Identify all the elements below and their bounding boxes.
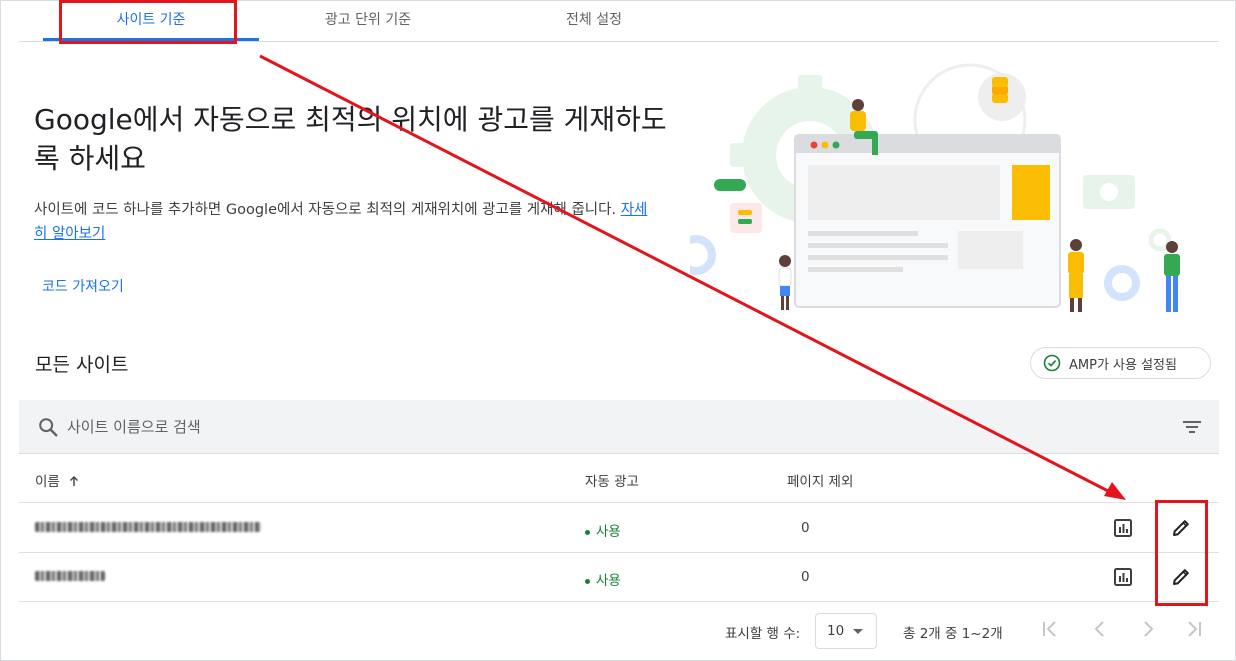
table-row[interactable]: 사용 0 bbox=[19, 553, 1219, 602]
tab-global-settings[interactable]: 전체 설정 bbox=[499, 0, 689, 42]
excluded-pages-count: 0 bbox=[801, 569, 810, 585]
auto-ads-status-label: 사용 bbox=[596, 524, 621, 540]
site-name-redacted[interactable] bbox=[35, 522, 261, 532]
pagination: 표시할 행 수: 10 총 2개 중 1~2개 bbox=[19, 603, 1219, 661]
table-row[interactable]: 사용 0 bbox=[19, 504, 1219, 553]
column-header-name-label: 이름 bbox=[35, 474, 60, 490]
next-page-icon[interactable] bbox=[1137, 617, 1159, 641]
tab-bar: 사이트 기준 광고 단위 기준 전체 설정 bbox=[19, 0, 1219, 42]
status-dot bbox=[585, 529, 590, 535]
status-dot bbox=[585, 578, 590, 584]
site-search-input[interactable] bbox=[67, 413, 967, 441]
search-icon bbox=[39, 418, 58, 437]
auto-ads-status-label: 사용 bbox=[596, 573, 621, 589]
last-page-icon[interactable] bbox=[1183, 617, 1205, 641]
tab-by-ad-unit[interactable]: 광고 단위 기준 bbox=[273, 0, 463, 42]
site-name-redacted[interactable] bbox=[35, 571, 105, 581]
rows-per-page-select[interactable]: 10 bbox=[815, 613, 877, 649]
tab-by-site[interactable]: 사이트 기준 bbox=[43, 0, 259, 42]
filter-list-icon[interactable] bbox=[1181, 417, 1203, 437]
rows-per-page-label: 표시할 행 수: bbox=[725, 626, 801, 642]
hero-description: 사이트에 코드 하나를 추가하면 Google에서 자동으로 최적의 게재위치에… bbox=[34, 198, 654, 246]
check-circle-icon bbox=[1043, 354, 1061, 372]
auto-ads-status: 사용 bbox=[585, 520, 621, 540]
sort-ascending-icon bbox=[70, 476, 79, 486]
auto-ads-illustration bbox=[690, 63, 1180, 312]
first-page-icon[interactable] bbox=[1039, 617, 1061, 641]
person-right bbox=[1164, 241, 1180, 312]
get-code-button[interactable]: 코드 가져오기 bbox=[38, 274, 128, 300]
hero-title: Google에서 자동으로 최적의 위치에 광고를 게재하도록 하세요 bbox=[34, 103, 667, 175]
previous-page-icon[interactable] bbox=[1089, 617, 1111, 641]
dropdown-caret-icon bbox=[853, 629, 863, 634]
excluded-pages-count: 0 bbox=[801, 520, 810, 536]
report-chart-icon[interactable] bbox=[1111, 565, 1135, 589]
column-header-excluded-pages: 페이지 제외 bbox=[787, 474, 854, 490]
site-search-bar bbox=[19, 400, 1219, 454]
person-left bbox=[778, 255, 792, 310]
edit-pencil-icon[interactable] bbox=[1169, 565, 1193, 589]
column-header-name[interactable]: 이름 bbox=[35, 470, 80, 490]
amp-enabled-chip[interactable]: AMP가 사용 설정됨 bbox=[1030, 347, 1211, 379]
all-sites-heading: 모든 사이트 bbox=[35, 354, 129, 376]
person-middle bbox=[1068, 239, 1084, 312]
sites-table-header: 이름 자동 광고 페이지 제외 bbox=[19, 455, 1219, 503]
auto-ads-status: 사용 bbox=[585, 569, 621, 589]
column-header-auto-ads: 자동 광고 bbox=[585, 474, 639, 490]
rows-per-page-value: 10 bbox=[827, 623, 845, 639]
hero-description-text: 사이트에 코드 하나를 추가하면 Google에서 자동으로 최적의 게재위치에… bbox=[34, 202, 617, 218]
active-tab-indicator bbox=[43, 38, 259, 41]
report-chart-icon[interactable] bbox=[1111, 516, 1135, 540]
pagination-range: 총 2개 중 1~2개 bbox=[903, 626, 1003, 642]
amp-chip-label: AMP가 사용 설정됨 bbox=[1069, 357, 1177, 373]
edit-pencil-icon[interactable] bbox=[1169, 516, 1193, 540]
